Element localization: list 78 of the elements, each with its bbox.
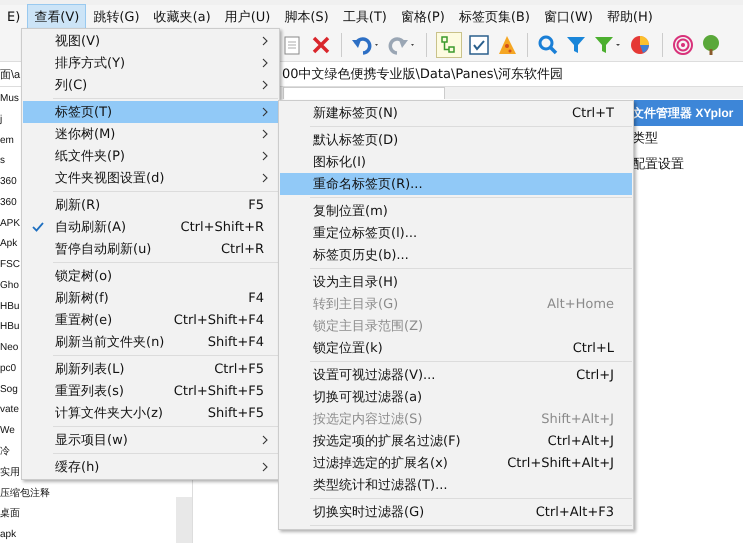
menu-bar-item[interactable]: 窗格(P) <box>394 4 452 30</box>
menu-item[interactable]: 新建标签页(N) Ctrl+T <box>280 102 632 124</box>
address-text: 面\a <box>0 68 22 82</box>
tree-item[interactable]: pc0 <box>0 360 16 381</box>
menu-item[interactable]: 重置列表(s) Ctrl+Shift+F5 <box>23 380 278 402</box>
menu-item[interactable]: 文件夹视图设置(d) <box>23 167 278 189</box>
menu-item[interactable]: 锁定树(o) <box>23 265 278 287</box>
tree-item[interactable]: j <box>0 110 2 132</box>
tree-item[interactable]: vate <box>0 401 19 422</box>
menu-item[interactable]: 切换实时过滤器(G) Ctrl+Alt+F3 <box>280 501 632 523</box>
tree-item[interactable]: 360 <box>0 194 17 215</box>
delete-icon[interactable] <box>310 34 332 56</box>
search-icon[interactable] <box>537 34 559 56</box>
menu-item[interactable]: 重命名标签页(R)... <box>280 173 632 195</box>
menu-bar-item[interactable]: 脚本(S) <box>277 4 336 30</box>
menu-item[interactable]: 刷新列表(L) Ctrl+F5 <box>23 358 278 380</box>
menu-item[interactable]: 迷你树(M) <box>23 123 278 145</box>
tree-item[interactable]: We <box>0 422 15 444</box>
address-path: 00中文绿色便携专业版\Data\Panes\河东软件园 <box>282 66 563 83</box>
tree-item[interactable]: Mus <box>0 90 19 111</box>
checkbox-icon[interactable] <box>468 34 490 56</box>
menu-bar-item[interactable]: 用户(U) <box>218 4 278 30</box>
menu-item[interactable]: 刷新(R) F5 <box>23 194 278 216</box>
tree-icon[interactable] <box>700 34 722 56</box>
menu-bar-item[interactable]: 工具(T) <box>336 4 394 30</box>
menu-item[interactable]: 设置可视过滤器(V)... Ctrl+J <box>280 364 632 386</box>
menu-item[interactable]: 重定位标签页(l)... <box>280 222 632 244</box>
menu-item[interactable]: 标签页(T) <box>23 101 278 123</box>
menu-item[interactable]: 默认标签页(D) <box>280 129 632 151</box>
menu-item[interactable]: 切换可视过滤器(a) <box>280 386 632 408</box>
menu-bar-item[interactable]: 窗口(W) <box>536 4 600 30</box>
filter-icon[interactable] <box>593 34 623 56</box>
menu-item[interactable]: 重置树(e) Ctrl+Shift+F4 <box>23 309 278 331</box>
menu-item[interactable]: 暂停自动刷新(u) Ctrl+R <box>23 238 278 260</box>
menu-bar-item[interactable]: E) <box>0 6 28 28</box>
menu-item[interactable]: 复制位置(m) <box>280 200 632 222</box>
menu-item[interactable]: 按选定项的扩展名过滤(F) Ctrl+Alt+J <box>280 430 632 452</box>
tree-item[interactable]: apk <box>0 526 16 543</box>
menu-item[interactable]: 刷新当前文件夹(n) Shift+F4 <box>23 331 278 353</box>
tree-item[interactable]: s <box>0 152 5 174</box>
menu-bar-item[interactable]: 跳转(G) <box>86 4 147 30</box>
menu-bar-item[interactable]: 查看(V) <box>27 4 86 30</box>
tree-item[interactable]: Neo <box>0 339 18 360</box>
scrollbar[interactable] <box>176 497 192 543</box>
tree-item[interactable]: Sog <box>0 380 18 402</box>
tree-item[interactable]: HBu <box>0 298 20 318</box>
redo-icon[interactable] <box>387 34 417 56</box>
filter-icon[interactable] <box>565 34 587 56</box>
tree-item[interactable]: 冷 <box>0 443 10 464</box>
tree-item[interactable]: Apk <box>0 235 18 256</box>
menu-item[interactable]: 设为主目录(H) <box>280 271 632 293</box>
tree-item[interactable]: 实用 <box>0 464 20 485</box>
menu-item[interactable]: 标签页历史(b)... <box>280 244 632 266</box>
menu-item[interactable]: 计算文件夹大小(z) Shift+F5 <box>23 402 278 424</box>
menu-item[interactable]: 图标化(I) <box>280 151 632 173</box>
tree-item[interactable]: FSC <box>0 256 20 277</box>
menu-item[interactable]: 过滤掉选定的扩展名(x) Ctrl+Shift+Alt+J <box>280 452 632 474</box>
menu-item[interactable]: 缓存(h) <box>23 456 278 478</box>
menu-bar-item[interactable]: 帮助(H) <box>600 4 660 30</box>
menu-item[interactable]: 自动刷新(A) Ctrl+Shift+R <box>23 216 278 238</box>
tree-item[interactable]: HBu <box>0 318 20 340</box>
tree-item[interactable]: Gho <box>0 276 19 298</box>
tree-view-icon[interactable] <box>436 32 462 58</box>
tree-item[interactable]: APK <box>0 214 20 236</box>
menu-item[interactable]: 锁定位置(k) Ctrl+L <box>280 337 632 359</box>
menu-item[interactable]: 显示项目(w) <box>23 429 278 451</box>
tree-item[interactable]: 桌面 <box>0 505 20 526</box>
tree-item[interactable]: 360 <box>0 173 17 194</box>
tree-item[interactable]: em <box>0 132 14 152</box>
undo-icon[interactable] <box>351 34 381 56</box>
menu-item[interactable]: 视图(V) <box>23 30 278 52</box>
pizza-slice-icon[interactable] <box>496 34 518 56</box>
tree-item[interactable]: 压缩包注释 <box>0 484 50 506</box>
menu-item[interactable]: 刷新树(f) F4 <box>23 287 278 309</box>
menu-bar-item[interactable]: 标签页集(B) <box>452 4 537 30</box>
menu-item[interactable]: 纸文件夹(P) <box>23 145 278 167</box>
menu-bar-item[interactable]: 收藏夹(a) <box>146 4 218 30</box>
menu-item[interactable]: 类型统计和过滤器(T)... <box>280 474 632 496</box>
